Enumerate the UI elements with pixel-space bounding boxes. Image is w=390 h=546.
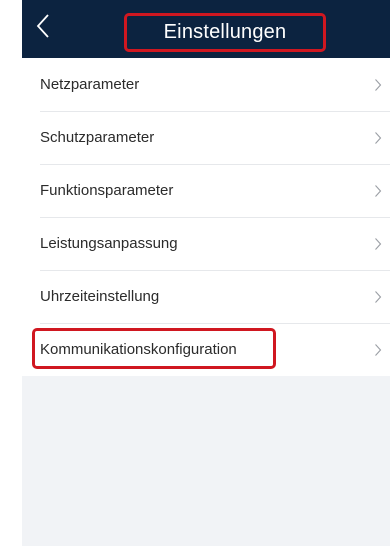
settings-item-schutzparameter[interactable]: Schutzparameter: [22, 111, 390, 164]
settings-item-label: Uhrzeiteinstellung: [40, 288, 160, 305]
page-title: Einstellungen: [163, 21, 287, 43]
settings-item-label: Leistungsanpassung: [40, 235, 178, 252]
chevron-right-icon: [374, 184, 382, 198]
chevron-right-icon: [374, 78, 382, 92]
settings-item-kommunikationskonfiguration[interactable]: Kommunikationskonfiguration: [22, 323, 390, 376]
settings-item-netzparameter[interactable]: Netzparameter: [22, 58, 390, 111]
settings-item-label: Kommunikationskonfiguration: [40, 341, 237, 358]
chevron-right-icon: [374, 290, 382, 304]
back-button[interactable]: [26, 8, 60, 48]
app-header: Einstellungen: [22, 0, 390, 58]
settings-item-label: Schutzparameter: [40, 129, 155, 146]
title-highlight: Einstellungen: [124, 13, 326, 52]
chevron-right-icon: [374, 131, 382, 145]
settings-screen: Einstellungen Netzparameter Schutzparame…: [0, 0, 390, 546]
left-margin: [0, 0, 22, 546]
chevron-right-icon: [374, 343, 382, 357]
settings-list: Netzparameter Schutzparameter Funktionsp…: [22, 58, 390, 376]
settings-item-uhrzeiteinstellung[interactable]: Uhrzeiteinstellung: [22, 270, 390, 323]
settings-item-leistungsanpassung[interactable]: Leistungsanpassung: [22, 217, 390, 270]
settings-item-funktionsparameter[interactable]: Funktionsparameter: [22, 164, 390, 217]
chevron-left-icon: [35, 13, 51, 44]
settings-item-label: Funktionsparameter: [40, 182, 174, 199]
app-frame: Einstellungen Netzparameter Schutzparame…: [22, 0, 390, 546]
settings-item-label: Netzparameter: [40, 76, 140, 93]
chevron-right-icon: [374, 237, 382, 251]
